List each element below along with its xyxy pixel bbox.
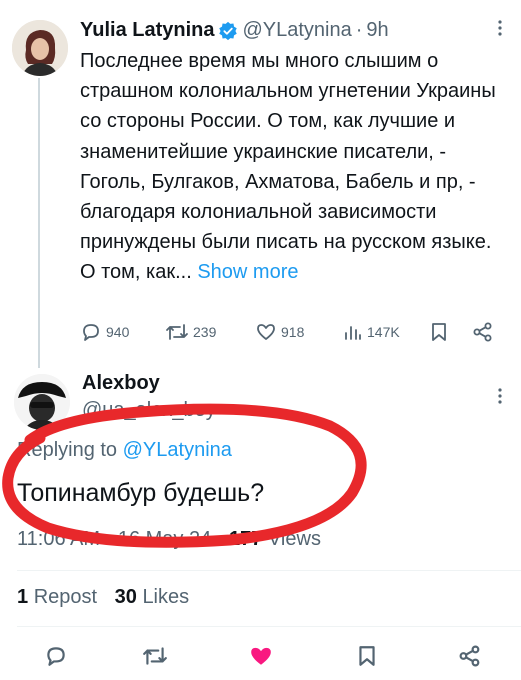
- reposts-stat[interactable]: 1 Repost: [17, 586, 103, 608]
- share-icon[interactable]: [472, 321, 494, 343]
- tweet-text: Последнее время мы много слышим о страшн…: [80, 46, 505, 288]
- like-count: 918: [281, 324, 305, 340]
- action-bar: [0, 638, 521, 674]
- bookmark-icon[interactable]: [430, 321, 448, 343]
- avatar[interactable]: [14, 374, 70, 430]
- like-icon: [257, 324, 275, 340]
- author-name[interactable]: Alexboy: [82, 372, 160, 395]
- reply-count: 940: [106, 324, 130, 340]
- tweet-header: Yulia Latynina @YLatynina · 9h: [80, 19, 389, 42]
- meta-separator: ·: [355, 19, 363, 41]
- views-icon: [345, 326, 361, 340]
- tweet-time[interactable]: 9h: [366, 19, 388, 42]
- divider: [17, 626, 521, 627]
- author-handle[interactable]: @YLatynina: [242, 19, 351, 42]
- author-handle[interactable]: @ua_alex_boy: [82, 399, 216, 422]
- tweet-actions: 940 239 918 147K: [80, 320, 500, 346]
- tweet-meta: 11:06 AM · 16 May 24 · 177 Views: [17, 528, 321, 551]
- likes-label: Likes: [142, 586, 190, 608]
- views-button[interactable]: 147K: [343, 321, 400, 343]
- share-icon[interactable]: [458, 644, 482, 668]
- show-more-link[interactable]: Show more: [197, 261, 298, 283]
- avatar[interactable]: [12, 20, 68, 76]
- author-name[interactable]: Yulia Latynina: [80, 19, 214, 42]
- repost-button[interactable]: 239: [165, 321, 216, 343]
- replying-prefix: Replying to: [17, 439, 118, 461]
- repost-icon: [166, 324, 188, 340]
- bookmark-icon[interactable]: [356, 644, 378, 668]
- likes-stat[interactable]: 30 Likes: [115, 586, 190, 608]
- like-icon[interactable]: [248, 644, 274, 668]
- views-count: 177: [229, 528, 263, 550]
- engagement-stats: 1 Repost 30 Likes: [17, 586, 189, 609]
- more-icon[interactable]: [493, 18, 507, 38]
- more-icon[interactable]: [493, 386, 507, 406]
- reposts-label: Repost: [33, 586, 98, 608]
- likes-count: 30: [114, 586, 137, 608]
- repost-count: 239: [193, 324, 217, 340]
- like-button[interactable]: 918: [255, 321, 304, 343]
- views-label: Views: [267, 528, 321, 550]
- replying-handle[interactable]: @YLatynina: [123, 439, 232, 461]
- reposts-count: 1: [17, 586, 29, 608]
- repost-icon[interactable]: [142, 644, 168, 668]
- views-count: 147K: [367, 324, 400, 340]
- reply-button[interactable]: 940: [80, 321, 129, 343]
- tweet-body: Последнее время мы много слышим о страшн…: [80, 50, 496, 284]
- replying-to: Replying to @YLatynina: [17, 439, 232, 462]
- reply-text: Топинамбур будешь?: [17, 479, 265, 507]
- reply-date[interactable]: 16 May 24: [118, 528, 211, 550]
- reply-time[interactable]: 11:06 AM: [17, 528, 100, 550]
- verified-badge-icon: [218, 21, 238, 41]
- meta-separator: ·: [216, 528, 224, 550]
- meta-separator: ·: [105, 528, 113, 550]
- thread-line: [38, 78, 40, 368]
- reply-icon: [83, 324, 99, 341]
- divider: [17, 570, 521, 571]
- reply-icon[interactable]: [44, 644, 68, 668]
